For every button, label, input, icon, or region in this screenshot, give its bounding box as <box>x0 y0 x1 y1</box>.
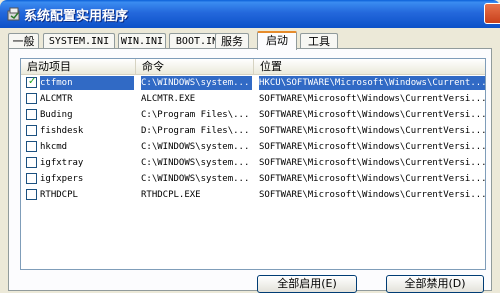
column-header-startup-item[interactable]: 启动项目 <box>21 59 136 74</box>
startup-list[interactable]: 启动项目 命令 位置 ✓ ctfmon C:\WINDOWS\system...… <box>20 58 486 270</box>
table-row[interactable]: ALCMTR ALCMTR.EXE SOFTWARE\Microsoft\Win… <box>21 91 485 107</box>
row-startup-item: Buding <box>40 110 73 120</box>
table-row[interactable]: Buding C:\Program Files\... SOFTWARE\Mic… <box>21 107 485 123</box>
row-checkbox[interactable] <box>26 157 37 168</box>
tab-startup[interactable]: 启动 <box>257 31 297 50</box>
tab-system-ini[interactable]: SYSTEM.INI <box>43 33 115 49</box>
table-row[interactable]: fishdesk D:\Program Files\... SOFTWARE\M… <box>21 123 485 139</box>
row-checkbox[interactable] <box>26 93 37 104</box>
row-location: HKCU\SOFTWARE\Microsoft\Windows\Current.… <box>259 76 486 90</box>
tab-services[interactable]: 服务 <box>215 33 249 49</box>
column-header-command[interactable]: 命令 <box>136 59 254 74</box>
row-startup-item: ALCMTR <box>40 94 73 104</box>
row-checkbox[interactable] <box>26 109 37 120</box>
row-checkbox[interactable]: ✓ <box>26 76 37 88</box>
row-location: SOFTWARE\Microsoft\Windows\CurrentVersi.… <box>259 94 486 104</box>
tab-win-ini[interactable]: WIN.INI <box>118 33 166 49</box>
row-location: SOFTWARE\Microsoft\Windows\CurrentVersi.… <box>259 126 486 136</box>
row-checkbox[interactable] <box>26 141 37 152</box>
msconfig-app-icon <box>7 7 20 21</box>
row-command: C:\WINDOWS\system... <box>141 76 252 90</box>
row-startup-item: igfxpers <box>40 174 84 184</box>
row-startup-item: fishdesk <box>40 126 84 136</box>
row-command: D:\Program Files\... <box>141 126 250 136</box>
disable-all-button[interactable]: 全部禁用(D) <box>386 275 484 293</box>
row-command: C:\Program Files\... <box>141 110 250 120</box>
row-command: RTHDCPL.EXE <box>141 190 201 200</box>
table-row[interactable]: hkcmd C:\WINDOWS\system... SOFTWARE\Micr… <box>21 139 485 155</box>
row-location: SOFTWARE\Microsoft\Windows\CurrentVersi.… <box>259 158 486 168</box>
tab-general[interactable]: 一般 <box>8 33 39 49</box>
row-command: C:\WINDOWS\system... <box>141 142 250 152</box>
list-header: 启动项目 命令 位置 <box>21 59 485 75</box>
row-startup-item: igfxtray <box>40 158 84 168</box>
close-button[interactable] <box>484 3 500 24</box>
table-row[interactable]: ✓ ctfmon C:\WINDOWS\system... HKCU\SOFTW… <box>21 75 485 91</box>
enable-all-button[interactable]: 全部启用(E) <box>257 275 357 293</box>
column-header-location[interactable]: 位置 <box>254 59 485 74</box>
row-location: SOFTWARE\Microsoft\Windows\CurrentVersi.… <box>259 110 486 120</box>
tab-tools[interactable]: 工具 <box>300 33 338 49</box>
row-checkbox[interactable] <box>26 125 37 136</box>
row-startup-item: ctfmon <box>40 76 134 90</box>
row-checkbox[interactable] <box>26 189 37 200</box>
checkmark-icon: ✓ <box>28 76 37 87</box>
table-row[interactable]: igfxpers C:\WINDOWS\system... SOFTWARE\M… <box>21 171 485 187</box>
row-location: SOFTWARE\Microsoft\Windows\CurrentVersi.… <box>259 190 486 200</box>
row-checkbox[interactable] <box>26 173 37 184</box>
row-startup-item: RTHDCPL <box>40 190 78 200</box>
title-bar[interactable]: 系统配置实用程序 <box>0 0 500 28</box>
row-startup-item: hkcmd <box>40 142 68 152</box>
row-command: ALCMTR.EXE <box>141 94 196 104</box>
table-row[interactable]: igfxtray C:\WINDOWS\system... SOFTWARE\M… <box>21 155 485 171</box>
row-command: C:\WINDOWS\system... <box>141 158 250 168</box>
window-title: 系统配置实用程序 <box>24 9 129 24</box>
row-command: C:\WINDOWS\system... <box>141 174 250 184</box>
table-row[interactable]: RTHDCPL RTHDCPL.EXE SOFTWARE\Microsoft\W… <box>21 187 485 203</box>
row-location: SOFTWARE\Microsoft\Windows\CurrentVersi.… <box>259 174 486 184</box>
row-location: SOFTWARE\Microsoft\Windows\CurrentVersi.… <box>259 142 486 152</box>
